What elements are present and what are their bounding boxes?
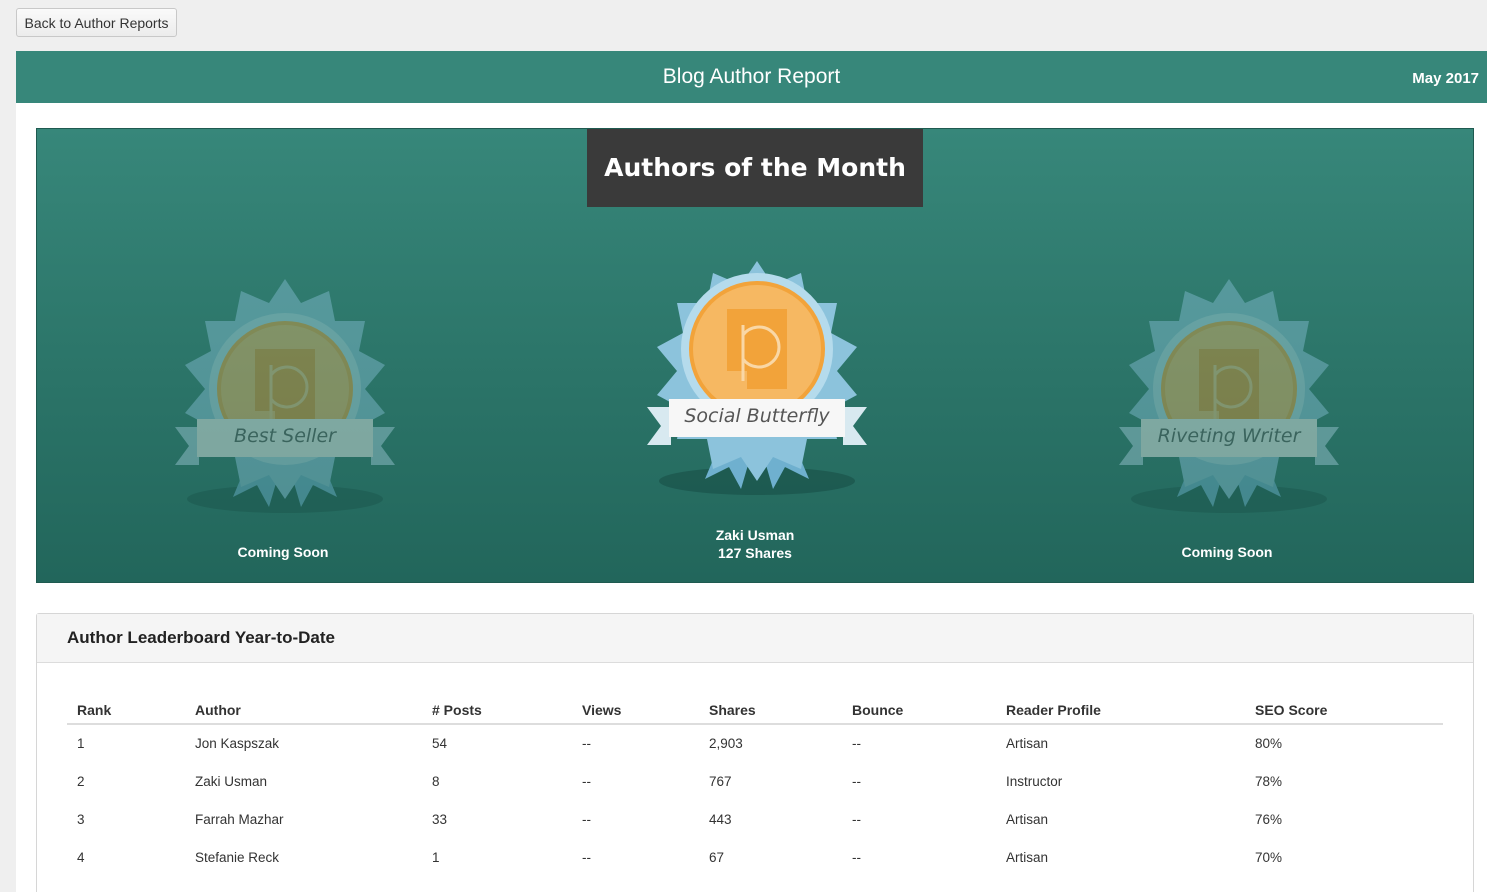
table-row: 2 Zaki Usman 8 -- 767 -- Instructor 78% bbox=[67, 762, 1443, 800]
author-cell: Zaki Usman bbox=[195, 773, 268, 789]
page-title: Blog Author Report bbox=[662, 65, 841, 88]
shares-cell: 2,903 bbox=[709, 736, 743, 751]
author-cell: Stefanie Reck bbox=[195, 849, 280, 865]
reader-profile-cell: Artisan bbox=[1006, 736, 1049, 751]
column-rank: Rank bbox=[67, 702, 185, 725]
views-cell: -- bbox=[582, 811, 591, 827]
bounce-cell: -- bbox=[852, 849, 861, 865]
column-shares: Shares bbox=[699, 702, 842, 725]
column-reader-profile: Reader Profile bbox=[996, 702, 1245, 725]
bounce-cell: -- bbox=[852, 773, 861, 789]
best-seller-ribbon-label: Best Seller bbox=[234, 425, 336, 447]
riveting-writer-caption: Coming Soon bbox=[1181, 544, 1273, 560]
views-cell: -- bbox=[582, 849, 591, 865]
social-butterfly-badge-icon bbox=[647, 261, 867, 495]
views-cell: -- bbox=[582, 773, 591, 789]
authors-of-the-month-title: Authors of the Month bbox=[587, 129, 923, 207]
reader-profile-cell: Instructor bbox=[1006, 773, 1063, 789]
seo-score-cell: 76% bbox=[1255, 811, 1283, 827]
posts-cell: 33 bbox=[432, 811, 448, 827]
seo-score-cell: 78% bbox=[1255, 773, 1283, 789]
shares-cell: 67 bbox=[709, 849, 725, 865]
seo-score-cell: 70% bbox=[1255, 849, 1283, 865]
social-butterfly-shares: 127 Shares bbox=[718, 545, 792, 561]
rank-cell: 1 bbox=[77, 736, 85, 751]
leaderboard-table: Rank Author # Posts Views Shares Bounce … bbox=[67, 702, 1443, 876]
posts-cell: 8 bbox=[432, 773, 440, 789]
author-leaderboard-panel: Author Leaderboard Year-to-Date Rank Aut… bbox=[36, 613, 1474, 892]
table-row: 1 Jon Kaspszak 54 -- 2,903 -- Artisan 80… bbox=[67, 724, 1443, 762]
author-cell: Jon Kaspszak bbox=[195, 736, 280, 751]
report-header: Blog Author Report May 2017 bbox=[16, 51, 1487, 103]
report-date: May 2017 bbox=[1412, 70, 1479, 87]
column-author: Author bbox=[185, 702, 422, 725]
author-cell: Farrah Mazhar bbox=[195, 811, 284, 827]
social-butterfly-author: Zaki Usman bbox=[715, 527, 795, 543]
riveting-writer-badge: Riveting Writer bbox=[1119, 279, 1339, 519]
leaderboard-header-row: Rank Author # Posts Views Shares Bounce … bbox=[67, 702, 1443, 725]
table-row: 4 Stefanie Reck 1 -- 67 -- Artisan 70% bbox=[67, 838, 1443, 876]
shares-cell: 767 bbox=[709, 773, 732, 789]
best-seller-badge: Best Seller bbox=[175, 279, 395, 519]
rank-cell: 3 bbox=[77, 811, 85, 827]
reader-profile-cell: Artisan bbox=[1006, 811, 1049, 827]
shares-cell: 443 bbox=[709, 811, 732, 827]
report-content: Authors of the Month Best Seller Coming … bbox=[16, 103, 1487, 892]
best-seller-badge-icon bbox=[175, 279, 395, 513]
posts-cell: 54 bbox=[432, 736, 448, 751]
authors-of-the-month-panel: Authors of the Month Best Seller Coming … bbox=[36, 128, 1474, 583]
best-seller-caption: Coming Soon bbox=[237, 544, 329, 560]
column-seo-score: SEO Score bbox=[1245, 702, 1443, 725]
table-row: 3 Farrah Mazhar 33 -- 443 -- Artisan 76% bbox=[67, 800, 1443, 838]
seo-score-cell: 80% bbox=[1255, 736, 1283, 751]
leaderboard-title: Author Leaderboard Year-to-Date bbox=[37, 614, 1473, 663]
reader-profile-cell: Artisan bbox=[1006, 849, 1049, 865]
column-views: Views bbox=[572, 702, 699, 725]
riveting-writer-badge-icon bbox=[1119, 279, 1339, 513]
riveting-writer-ribbon-label: Riveting Writer bbox=[1157, 425, 1301, 447]
bounce-cell: -- bbox=[852, 736, 861, 751]
bounce-cell: -- bbox=[852, 811, 861, 827]
posts-cell: 1 bbox=[432, 849, 440, 865]
views-cell: -- bbox=[582, 736, 591, 751]
column-posts: # Posts bbox=[422, 702, 572, 725]
rank-cell: 4 bbox=[77, 849, 85, 865]
social-butterfly-ribbon-label: Social Butterfly bbox=[684, 405, 830, 427]
column-bounce: Bounce bbox=[842, 702, 996, 725]
back-to-author-reports-button[interactable]: Back to Author Reports bbox=[16, 8, 177, 37]
rank-cell: 2 bbox=[77, 773, 85, 789]
social-butterfly-badge: Social Butterfly bbox=[647, 261, 867, 501]
